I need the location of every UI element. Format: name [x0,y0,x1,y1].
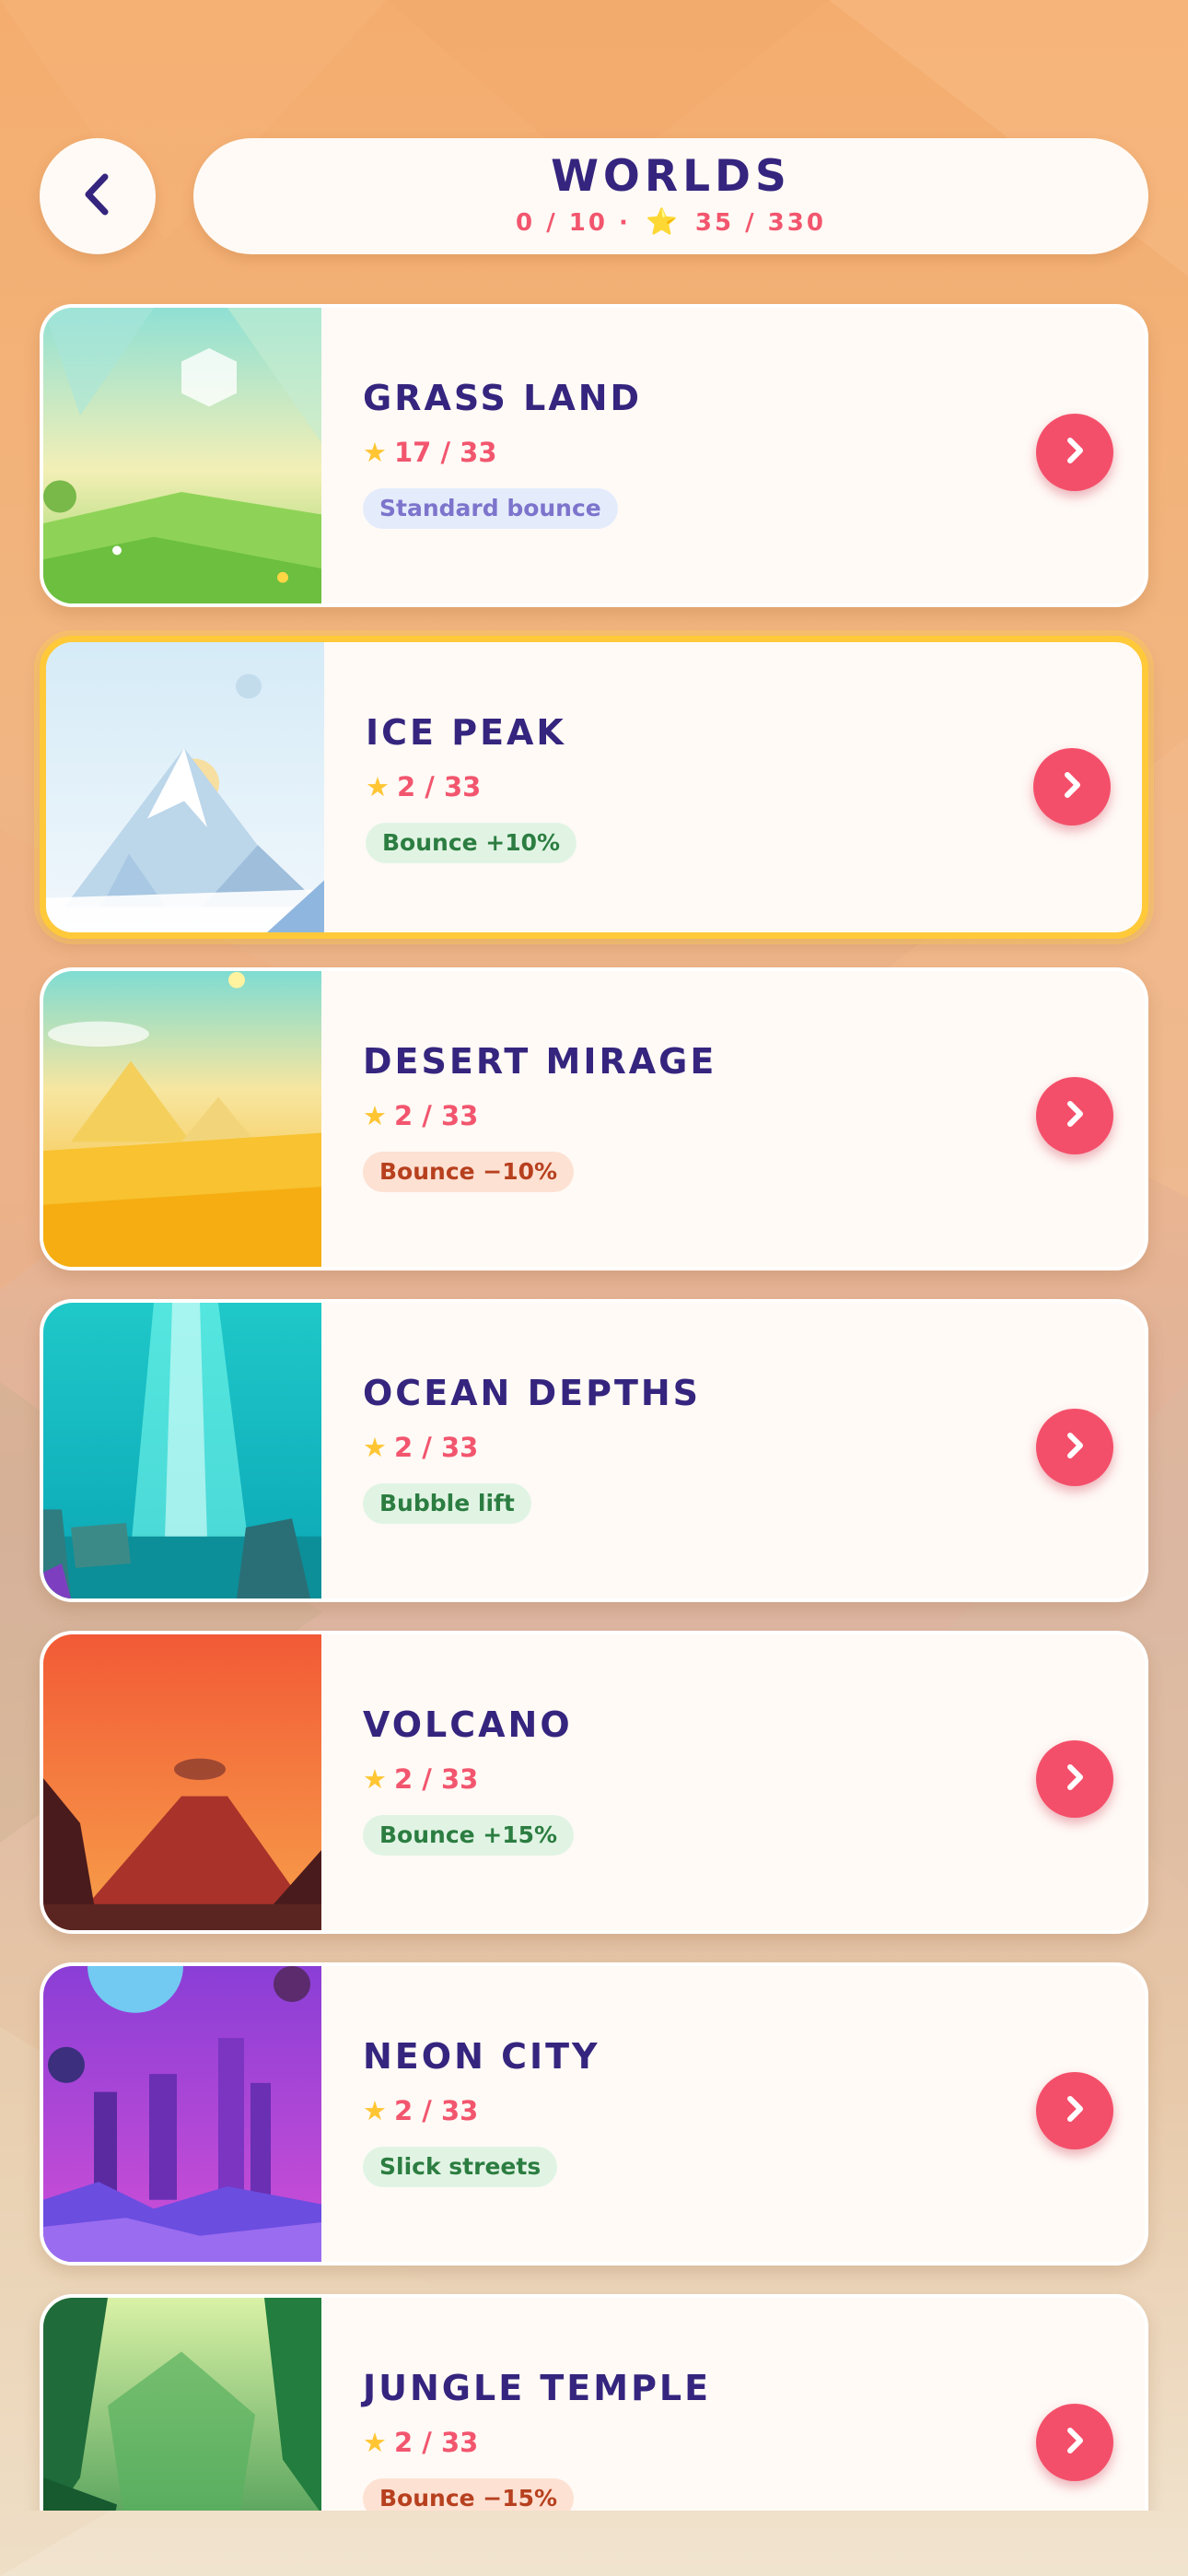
world-thumbnail-grass-land [43,308,321,603]
star-icon: ★ [363,1763,387,1795]
world-stars: ★ 2 / 33 [363,1432,478,1463]
world-name: OCEAN DEPTHS [363,1373,702,1413]
world-name: NEON CITY [363,2036,600,2077]
world-card-neon-city[interactable]: NEON CITY ★ 2 / 33 Slick streets [40,1962,1148,2266]
chevron-right-icon [1059,1430,1090,1465]
world-thumbnail-ocean-depths [43,1303,321,1598]
world-stars: ★ 2 / 33 [363,1763,478,1795]
play-world-button[interactable] [1036,1409,1113,1486]
world-card-desert-mirage[interactable]: DESERT MIRAGE ★ 2 / 33 Bounce −10% [40,967,1148,1270]
chevron-right-icon [1056,769,1088,804]
play-world-button[interactable] [1036,414,1113,491]
play-world-button[interactable] [1036,2072,1113,2149]
world-stars: ★ 2 / 33 [363,2427,478,2458]
star-icon: ★ [366,771,390,802]
chevron-right-icon [1059,2093,1090,2128]
chevron-right-icon [1059,435,1090,470]
world-modifier-badge: Bounce −10% [363,1152,575,1192]
world-list-viewport[interactable]: GRASS LAND ★ 17 / 33 Standard bounce ICE … [0,0,1188,2511]
world-modifier-badge: Bounce +10% [366,823,577,863]
star-icon: ★ [363,437,387,468]
world-name: DESERT MIRAGE [363,1041,717,1082]
play-world-button[interactable] [1036,1740,1113,1818]
world-star-count: 2 / 33 [394,2427,479,2458]
world-card-grass-land[interactable]: GRASS LAND ★ 17 / 33 Standard bounce [40,304,1148,607]
world-star-count: 2 / 33 [394,1432,479,1463]
world-star-count: 2 / 33 [394,2095,479,2126]
play-world-button[interactable] [1036,2404,1113,2481]
chevron-right-icon [1059,1762,1090,1797]
world-name: GRASS LAND [363,378,643,418]
world-card-jungle-temple[interactable]: JUNGLE TEMPLE ★ 2 / 33 Bounce −15% [40,2294,1148,2511]
world-modifier-badge: Standard bounce [363,488,618,529]
world-thumbnail-desert-mirage [43,971,321,1267]
world-stars: ★ 2 / 33 [363,2095,478,2126]
world-thumbnail-neon-city [43,1966,321,2262]
world-card-ocean-depths[interactable]: OCEAN DEPTHS ★ 2 / 33 Bubble lift [40,1299,1148,1602]
world-thumbnail-ice-peak [46,642,324,932]
world-stars: ★ 2 / 33 [366,771,481,802]
world-modifier-badge: Bounce +15% [363,1815,575,1856]
play-world-button[interactable] [1033,748,1111,825]
world-stars: ★ 2 / 33 [363,1100,478,1131]
world-modifier-badge: Bounce −15% [363,2478,575,2511]
world-star-count: 2 / 33 [394,1763,479,1795]
world-thumbnail-jungle-temple [43,2298,321,2511]
world-star-count: 2 / 33 [397,771,482,802]
world-card-volcano[interactable]: VOLCANO ★ 2 / 33 Bounce +15% [40,1631,1148,1934]
world-stars: ★ 17 / 33 [363,437,497,468]
chevron-right-icon [1059,2425,1090,2460]
world-name: JUNGLE TEMPLE [363,2368,712,2408]
world-modifier-badge: Bubble lift [363,1483,531,1524]
world-star-count: 2 / 33 [394,1100,479,1131]
world-star-count: 17 / 33 [394,437,497,468]
star-icon: ★ [363,1100,387,1131]
world-card-ice-peak[interactable]: ICE PEAK ★ 2 / 33 Bounce +10% [40,636,1148,939]
play-world-button[interactable] [1036,1077,1113,1154]
star-icon: ★ [363,1432,387,1463]
world-name: VOLCANO [363,1704,573,1745]
star-icon: ★ [363,2095,387,2126]
world-modifier-badge: Slick streets [363,2147,558,2187]
world-name: ICE PEAK [366,712,566,753]
world-thumbnail-volcano [43,1634,321,1930]
star-icon: ★ [363,2427,387,2458]
chevron-right-icon [1059,1098,1090,1133]
